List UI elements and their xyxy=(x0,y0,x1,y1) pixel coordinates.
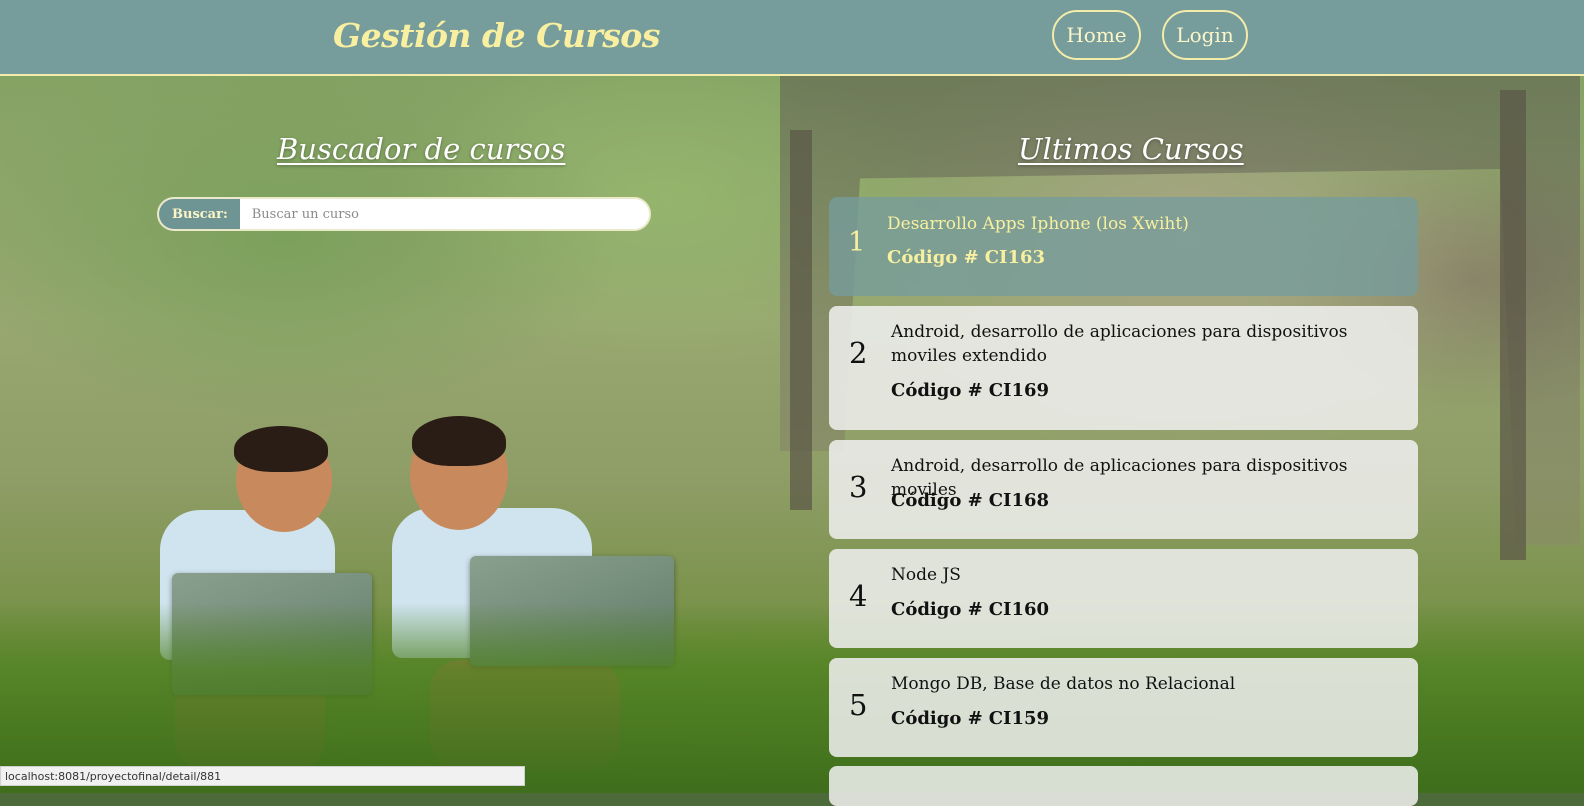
course-number: 1 xyxy=(848,227,866,258)
course-number: 5 xyxy=(849,688,868,722)
course-code-value: CI163 xyxy=(984,247,1046,268)
background-post xyxy=(790,130,812,510)
nav-login-button[interactable]: Login xyxy=(1162,10,1248,60)
course-code-label: Código # xyxy=(891,599,983,620)
course-code-value: CI169 xyxy=(988,380,1050,401)
course-card[interactable]: 5 Mongo DB, Base de datos no Relacional … xyxy=(829,658,1418,757)
nav-home-button[interactable]: Home xyxy=(1052,10,1141,60)
background-post xyxy=(1500,90,1526,560)
status-bar-url: localhost:8081/proyectofinal/detail/881 xyxy=(0,766,525,786)
course-code-value: CI159 xyxy=(988,708,1050,729)
search-section-title: Buscador de cursos xyxy=(277,132,566,166)
course-card[interactable]: 4 Node JS Código # CI160 xyxy=(829,549,1418,648)
course-name: Mongo DB, Base de datos no Relacional xyxy=(891,674,1236,694)
course-code: Código # CI169 xyxy=(891,380,1049,401)
search-input[interactable] xyxy=(239,199,649,229)
search-label: Buscar: xyxy=(159,199,240,229)
course-code: Código # CI160 xyxy=(891,599,1049,620)
course-code-label: Código # xyxy=(891,380,983,401)
course-name: Node JS xyxy=(891,565,961,585)
course-code: Código # CI168 xyxy=(891,490,1049,511)
latest-courses-title: Ultimos Cursos xyxy=(1018,132,1244,166)
course-card[interactable]: 3 Android, desarrollo de aplicaciones pa… xyxy=(829,440,1418,539)
course-code-label: Código # xyxy=(887,247,979,268)
course-card[interactable]: 1 Desarrollo Apps Iphone (los Xwiht) Cód… xyxy=(829,197,1418,296)
course-code-value: CI168 xyxy=(988,490,1050,511)
course-code-label: Código # xyxy=(891,490,983,511)
course-card[interactable]: 2 Android, desarrollo de aplicaciones pa… xyxy=(829,306,1418,430)
site-brand[interactable]: Gestión de Cursos xyxy=(333,16,660,55)
course-name: Desarrollo Apps Iphone (los Xwiht) xyxy=(887,214,1189,234)
course-name: Android, desarrollo de aplicaciones para… xyxy=(891,322,1348,366)
course-code: Código # CI163 xyxy=(887,247,1045,268)
search-box: Buscar: xyxy=(157,197,651,231)
top-navbar: Gestión de Cursos Home Login xyxy=(0,0,1584,76)
course-card-partial[interactable] xyxy=(829,766,1418,806)
course-code: Código # CI159 xyxy=(891,708,1049,729)
course-code-label: Código # xyxy=(891,708,983,729)
course-number: 3 xyxy=(849,470,868,504)
course-number: 4 xyxy=(849,579,868,613)
course-code-value: CI160 xyxy=(988,599,1050,620)
course-number: 2 xyxy=(849,336,868,370)
